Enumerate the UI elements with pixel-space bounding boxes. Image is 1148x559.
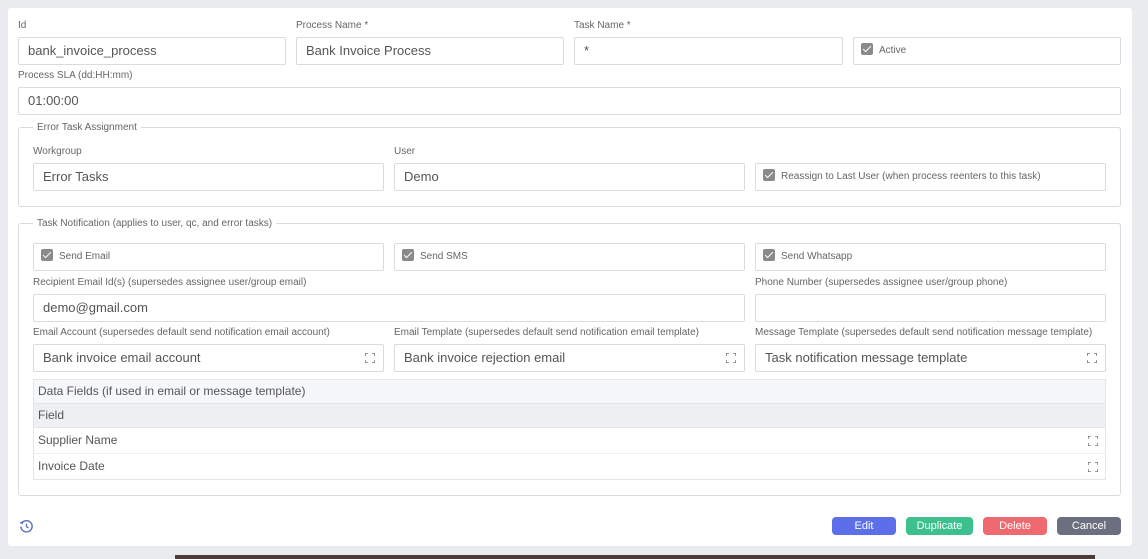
- recipient-email-field[interactable]: demo@gmail.com: [33, 294, 745, 322]
- reassign-checkbox[interactable]: Reassign to Last User (when process reen…: [755, 163, 1106, 191]
- send-whatsapp-checkbox[interactable]: Send Whatsapp: [755, 243, 1106, 271]
- checkbox-checked-icon: [41, 249, 53, 262]
- data-fields-title: Data Fields (if used in email or message…: [34, 380, 1105, 404]
- data-fields-table: Data Fields (if used in email or message…: [33, 379, 1106, 480]
- expand-icon[interactable]: [1087, 353, 1097, 363]
- field-cell: Supplier Name: [38, 433, 118, 447]
- email-account-value: Bank invoice email account: [43, 350, 201, 365]
- checkbox-checked-icon: [763, 249, 775, 262]
- phone-number-field[interactable]: [755, 294, 1106, 322]
- checkbox-checked-icon: [402, 249, 414, 262]
- active-label: Active: [879, 45, 907, 56]
- expand-icon[interactable]: [365, 353, 375, 363]
- process-name-label: Process Name *: [296, 20, 369, 31]
- user-field[interactable]: Demo: [394, 163, 745, 191]
- history-icon[interactable]: [19, 519, 34, 534]
- phone-number-label: Phone Number (supersedes assignee user/g…: [755, 277, 1008, 288]
- cancel-button[interactable]: Cancel: [1057, 517, 1121, 535]
- message-template-label: Message Template (supersedes default sen…: [755, 327, 1093, 338]
- checkbox-checked-icon: [763, 169, 775, 182]
- process-sla-label: Process SLA (dd:HH:mm): [18, 70, 133, 81]
- email-template-value: Bank invoice rejection email: [404, 350, 566, 365]
- message-template-value: Task notification message template: [765, 350, 968, 365]
- email-account-field[interactable]: Bank invoice email account: [33, 344, 384, 372]
- table-row[interactable]: Invoice Date: [34, 454, 1105, 480]
- checkbox-checked-icon: [861, 43, 873, 56]
- task-name-label: Task Name *: [574, 20, 631, 31]
- column-header-field: Field: [34, 404, 1105, 428]
- process-sla-field[interactable]: 01:00:00: [18, 87, 1121, 115]
- reassign-label: Reassign to Last User (when process reen…: [781, 171, 1041, 182]
- workgroup-field[interactable]: Error Tasks: [33, 163, 384, 191]
- id-label: Id: [18, 20, 27, 31]
- task-notification-legend: Task Notification (applies to user, qc, …: [37, 218, 273, 229]
- id-field[interactable]: bank_invoice_process: [18, 37, 286, 65]
- error-task-legend: Error Task Assignment: [37, 122, 137, 133]
- email-account-label: Email Account (supersedes default send n…: [33, 327, 330, 338]
- active-checkbox[interactable]: Active: [853, 37, 1121, 65]
- recipient-email-label: Recipient Email Id(s) (supersedes assign…: [33, 277, 307, 288]
- user-label: User: [394, 146, 416, 157]
- edit-button[interactable]: Edit: [832, 517, 896, 535]
- expand-icon[interactable]: [726, 353, 736, 363]
- message-template-field[interactable]: Task notification message template: [755, 344, 1106, 372]
- table-row[interactable]: Supplier Name: [34, 428, 1105, 454]
- duplicate-button[interactable]: Duplicate: [906, 517, 973, 535]
- task-name-field[interactable]: *: [574, 37, 843, 65]
- field-cell: Invoice Date: [38, 459, 105, 473]
- email-template-field[interactable]: Bank invoice rejection email: [394, 344, 745, 372]
- send-sms-label: Send SMS: [420, 251, 468, 262]
- expand-icon[interactable]: [1088, 462, 1098, 472]
- send-email-checkbox[interactable]: Send Email: [33, 243, 384, 271]
- send-whatsapp-label: Send Whatsapp: [781, 251, 853, 262]
- expand-icon[interactable]: [1088, 436, 1098, 446]
- bottom-strip: [175, 555, 1095, 559]
- email-template-label: Email Template (supersedes default send …: [394, 327, 699, 338]
- send-email-label: Send Email: [59, 251, 111, 262]
- workgroup-label: Workgroup: [33, 146, 82, 157]
- send-sms-checkbox[interactable]: Send SMS: [394, 243, 745, 271]
- delete-button[interactable]: Delete: [983, 517, 1047, 535]
- process-name-field[interactable]: Bank Invoice Process: [296, 37, 564, 65]
